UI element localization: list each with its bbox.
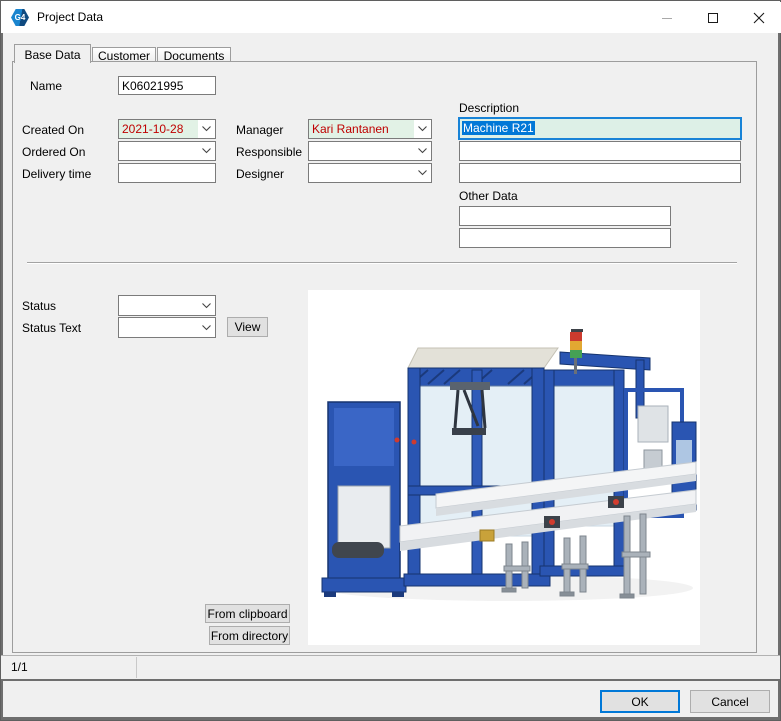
from-clipboard-button[interactable]: From clipboard [205, 604, 290, 623]
chevron-down-icon[interactable] [414, 120, 431, 138]
tab-customer[interactable]: Customer [92, 47, 156, 62]
manager-label: Manager [236, 123, 283, 137]
designer-combo[interactable] [308, 163, 432, 183]
cancel-button[interactable]: Cancel [690, 690, 770, 713]
responsible-label: Responsible [236, 145, 302, 159]
chevron-down-icon[interactable] [198, 120, 215, 138]
responsible-value [309, 142, 414, 160]
section-separator [27, 262, 737, 264]
minimize-button [644, 2, 690, 33]
designer-label: Designer [236, 167, 284, 181]
chevron-down-icon[interactable] [198, 318, 215, 337]
from-directory-button[interactable]: From directory [209, 626, 290, 645]
project-data-dialog: G4 Project Data Base Data Customer Docum… [0, 0, 781, 721]
ordered-on-combo[interactable] [118, 141, 216, 161]
manager-value: Kari Rantanen [309, 120, 414, 138]
status-text-combo[interactable] [118, 317, 216, 338]
project-photo [308, 290, 700, 645]
created-on-combo[interactable]: 2021-10-28 [118, 119, 216, 139]
app-logo-icon: G4 [11, 9, 29, 26]
ordered-on-value [119, 142, 198, 160]
machine-photo-illustration [308, 290, 700, 645]
status-bar-divider [136, 657, 137, 678]
close-icon [753, 12, 765, 24]
status-label: Status [22, 299, 56, 313]
delivery-time-label: Delivery time [22, 167, 91, 181]
description-label: Description [459, 101, 519, 115]
other-data-label: Other Data [459, 189, 518, 203]
minimize-icon [662, 18, 672, 19]
title-bar[interactable]: G4 Project Data [1, 1, 780, 33]
other-data-input-2[interactable] [459, 228, 671, 248]
status-bar: 1/1 [1, 655, 780, 681]
window-title: Project Data [37, 1, 103, 33]
chevron-down-icon[interactable] [198, 142, 215, 160]
name-label: Name [30, 79, 62, 93]
responsible-combo[interactable] [308, 141, 432, 161]
status-text-label: Status Text [22, 321, 81, 335]
ordered-on-label: Ordered On [22, 145, 85, 159]
description-input-1[interactable]: Machine R21 [459, 118, 741, 139]
view-button[interactable]: View [227, 317, 268, 337]
name-input[interactable] [118, 76, 216, 95]
status-combo[interactable] [118, 295, 216, 316]
chevron-down-icon[interactable] [414, 142, 431, 160]
tab-documents[interactable]: Documents [157, 47, 231, 62]
status-value [119, 296, 198, 315]
manager-combo[interactable]: Kari Rantanen [308, 119, 432, 139]
chevron-down-icon[interactable] [414, 164, 431, 182]
close-button[interactable] [736, 2, 781, 33]
delivery-time-input[interactable] [118, 163, 216, 183]
created-on-label: Created On [22, 123, 84, 137]
designer-value [309, 164, 414, 182]
description-input-2[interactable] [459, 141, 741, 161]
tab-base-data[interactable]: Base Data [14, 44, 91, 63]
chevron-down-icon[interactable] [198, 296, 215, 315]
other-data-input-1[interactable] [459, 206, 671, 226]
status-text-value [119, 318, 198, 337]
description-input-3[interactable] [459, 163, 741, 183]
ok-button[interactable]: OK [600, 690, 680, 713]
maximize-button[interactable] [690, 2, 736, 33]
description-selected-text: Machine R21 [462, 121, 535, 135]
created-on-value: 2021-10-28 [119, 120, 198, 138]
tab-base-data-label: Base Data [24, 48, 80, 62]
maximize-icon [708, 13, 718, 23]
record-pager: 1/1 [11, 660, 28, 674]
